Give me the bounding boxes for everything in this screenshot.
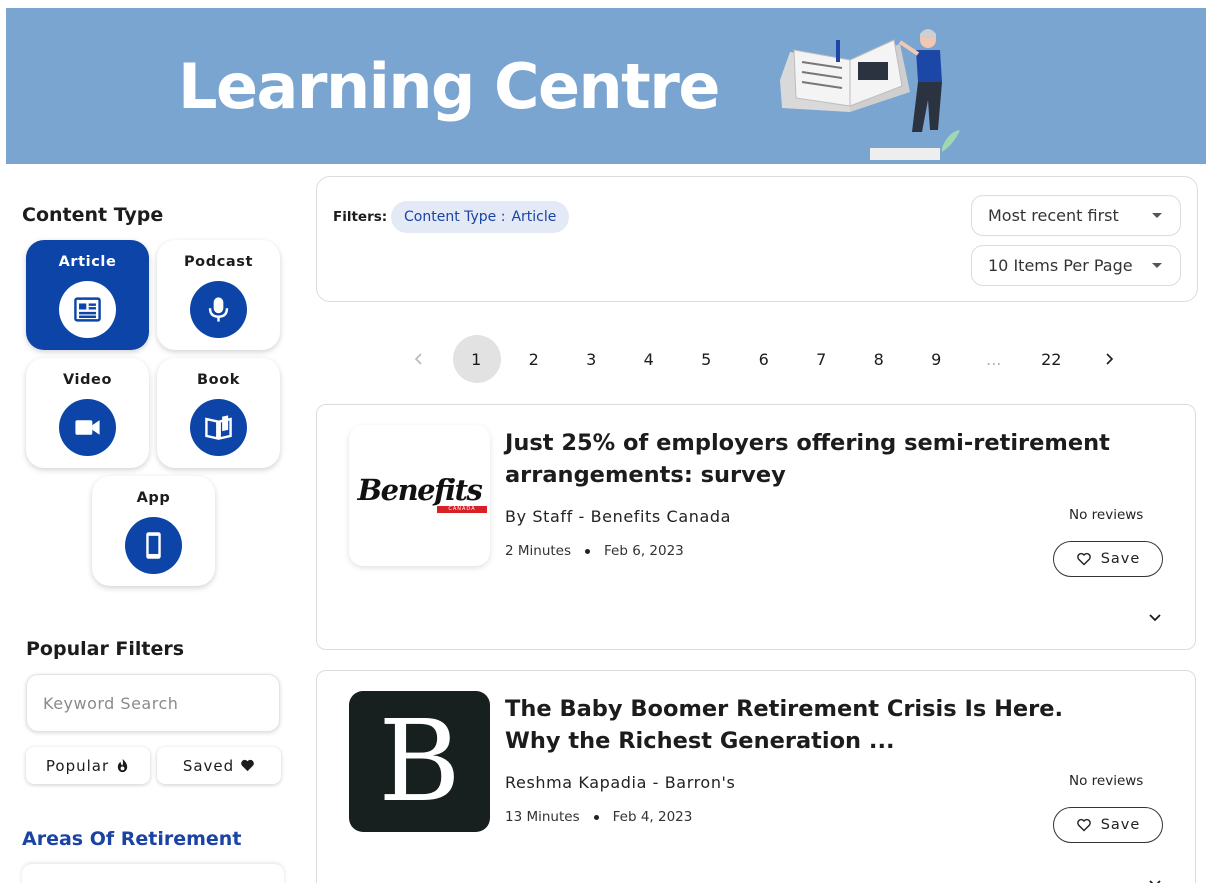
content-type-label: Article [58, 254, 117, 270]
article-reviews: No reviews [1069, 507, 1144, 523]
article-thumbnail: B [349, 691, 490, 832]
content-type-label: Book [196, 372, 241, 388]
page-button[interactable]: 4 [620, 335, 678, 383]
article-source: By Staff - Benefits Canada [505, 507, 732, 526]
sidebar: Content Type Article Podcast Video Book … [0, 164, 300, 883]
article-source: Reshma Kapadia - Barron's [505, 773, 736, 792]
article-reviews: No reviews [1069, 773, 1144, 789]
popular-filters-title: Popular Filters [26, 638, 185, 660]
save-label: Save [1100, 551, 1141, 567]
content-type-app[interactable]: App [92, 476, 215, 586]
content-type-label: Video [62, 372, 113, 388]
save-label: Save [1100, 817, 1141, 833]
popular-label: Popular [45, 756, 110, 775]
article-meta: 13 Minutes Feb 4, 2023 [505, 809, 692, 825]
save-button[interactable]: Save [1053, 807, 1163, 843]
chevron-right-icon [1106, 353, 1113, 365]
content-type-title: Content Type [22, 204, 164, 226]
barrons-logo: B [378, 697, 461, 827]
video-camera-icon [75, 420, 100, 435]
heart-outline-icon [1076, 818, 1091, 832]
article-duration: 13 Minutes [505, 809, 580, 825]
article-card[interactable]: B The Baby Boomer Retirement Crisis Is H… [316, 670, 1196, 883]
heart-outline-icon [1076, 552, 1091, 566]
content-type-book[interactable]: Book [157, 358, 280, 468]
header-banner: Learning Centre [6, 8, 1206, 164]
content-type-label: App [136, 490, 171, 506]
article-title[interactable]: Just 25% of employers offering semi-reti… [505, 427, 1125, 491]
separator-dot [593, 814, 599, 820]
saved-filter-button[interactable]: Saved [157, 747, 281, 784]
reading-illustration-icon [780, 29, 960, 160]
article-card[interactable]: Benefits CANADA Just 25% of employers of… [316, 404, 1196, 650]
article-icon [74, 297, 101, 322]
microphone-icon [208, 297, 229, 322]
flame-icon [117, 758, 128, 773]
page-button[interactable]: 6 [735, 335, 793, 383]
phone-icon [146, 532, 161, 559]
chevron-down-icon [1152, 213, 1162, 218]
book-icon [205, 415, 232, 440]
page-title: Learning Centre [178, 50, 720, 123]
content-type-video[interactable]: Video [26, 358, 149, 468]
sort-value: Most recent first [988, 206, 1119, 225]
article-duration: 2 Minutes [505, 543, 572, 559]
chip-value: Article [511, 209, 557, 225]
content-type-label: Podcast [183, 254, 254, 270]
canada-logo-text: CANADA [437, 506, 487, 513]
chip-key: Content Type : [404, 209, 506, 225]
article-date: Feb 4, 2023 [612, 809, 693, 825]
areas-of-retirement-list [22, 864, 284, 883]
expand-chevron-icon[interactable] [1147, 609, 1163, 625]
next-page-button[interactable] [1080, 335, 1138, 383]
heart-icon [241, 759, 254, 772]
page-button[interactable]: 9 [908, 335, 966, 383]
separator-dot [585, 548, 591, 554]
expand-chevron-icon[interactable] [1147, 875, 1163, 883]
benefits-canada-logo: Benefits [357, 473, 483, 507]
chevron-left-icon [414, 353, 422, 365]
popular-filter-button[interactable]: Popular [26, 747, 150, 784]
page-button[interactable]: 5 [678, 335, 736, 383]
article-meta: 2 Minutes Feb 6, 2023 [505, 543, 684, 559]
keyword-search-input[interactable] [26, 674, 280, 732]
per-page-value: 10 Items Per Page [988, 256, 1133, 275]
chevron-down-icon [1152, 263, 1162, 268]
page-button[interactable]: 7 [793, 335, 851, 383]
filters-label: Filters: [333, 209, 388, 225]
items-per-page-select[interactable]: 10 Items Per Page [971, 245, 1181, 286]
page-button[interactable]: 1 [448, 335, 506, 383]
article-thumbnail: Benefits CANADA [349, 425, 490, 566]
areas-of-retirement-title: Areas Of Retirement [22, 828, 242, 850]
article-title[interactable]: The Baby Boomer Retirement Crisis Is Her… [505, 693, 1125, 757]
page-button[interactable]: 2 [505, 335, 563, 383]
pagination: 1 2 3 4 5 6 7 8 9 ... 22 [390, 334, 1138, 384]
content-type-podcast[interactable]: Podcast [157, 240, 280, 350]
content-type-article[interactable]: Article [26, 240, 149, 350]
filter-bar: Filters: Content Type : Article Most rec… [316, 176, 1198, 302]
page-button[interactable]: 22 [1023, 335, 1081, 383]
sort-select[interactable]: Most recent first [971, 195, 1181, 236]
save-button[interactable]: Save [1053, 541, 1163, 577]
page-button[interactable]: 3 [563, 335, 621, 383]
page-button[interactable]: 8 [850, 335, 908, 383]
saved-label: Saved [182, 756, 235, 775]
active-filter-chip[interactable]: Content Type : Article [391, 201, 570, 233]
previous-page-button[interactable] [390, 335, 448, 383]
article-date: Feb 6, 2023 [604, 543, 684, 559]
page-ellipsis: ... [986, 349, 1002, 369]
